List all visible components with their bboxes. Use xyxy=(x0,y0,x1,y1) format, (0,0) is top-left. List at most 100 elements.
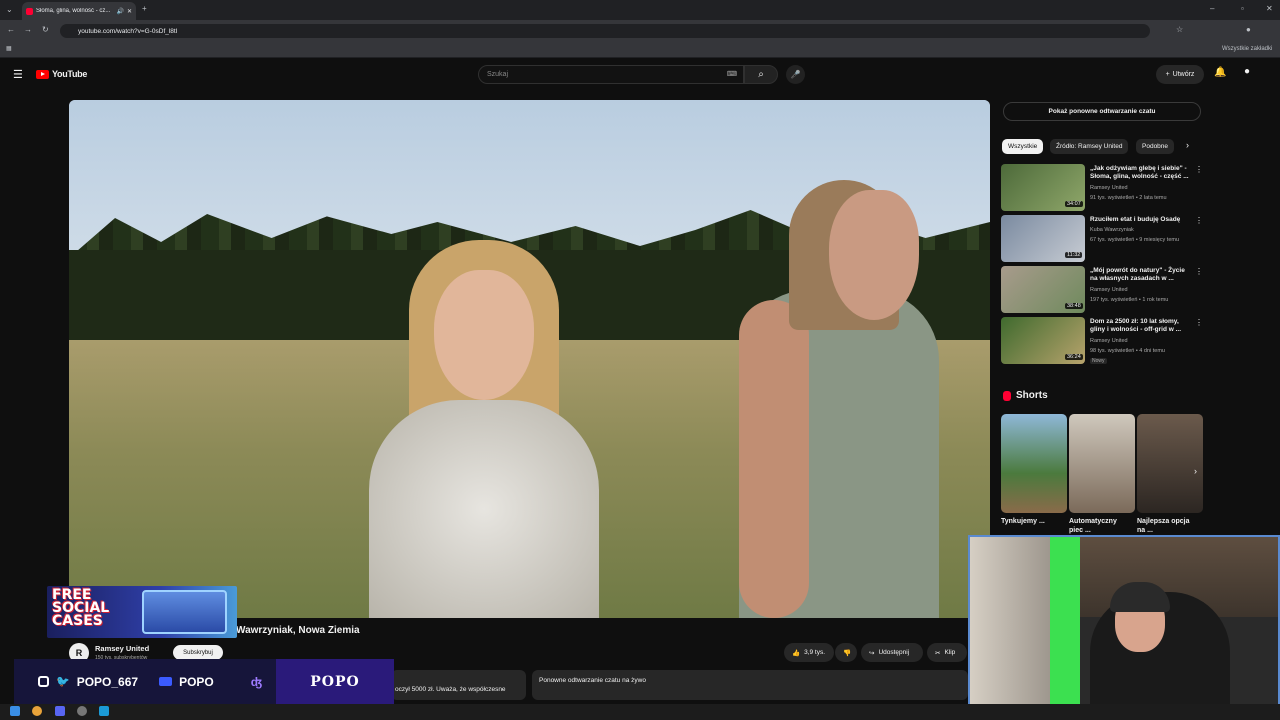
short-title[interactable]: Automatyczny piec ... xyxy=(1069,517,1125,535)
more-options-icon[interactable]: ⋮ xyxy=(1195,165,1203,174)
youtube-logo[interactable]: YouTube xyxy=(36,69,87,79)
recommendation-item[interactable]: 34:07 „Jak odżywiam glebę i siebie" - Sł… xyxy=(1001,164,1203,212)
account-avatar[interactable]: ● xyxy=(1244,66,1250,77)
close-window-icon[interactable]: ✕ xyxy=(1266,4,1273,13)
bookmark-star-icon[interactable]: ☆ xyxy=(1176,25,1183,34)
more-options-icon[interactable]: ⋮ xyxy=(1195,267,1203,276)
share-label: Udostępnij xyxy=(878,649,910,656)
steam-icon[interactable] xyxy=(99,706,109,716)
person-woman-body xyxy=(369,400,599,618)
like-count: 3,9 tys. xyxy=(804,649,826,656)
menu-icon[interactable]: ☰ xyxy=(13,68,23,81)
search-icon: ⌕ xyxy=(758,69,764,80)
chat-replay-panel[interactable]: Ponowne odtwarzanie czatu na żywo xyxy=(532,670,968,700)
recommendation-title: „Mój powrót do natury" - Życie na własny… xyxy=(1090,267,1185,282)
short-thumbnail[interactable] xyxy=(1069,414,1135,513)
search-button[interactable]: ⌕ xyxy=(744,65,778,84)
keyboard-icon[interactable]: ⌨ xyxy=(727,70,737,78)
search-placeholder: Szukaj xyxy=(487,71,509,78)
close-tab-icon[interactable]: ✕ xyxy=(127,8,132,15)
webcam-overlay xyxy=(968,535,1280,710)
voice-search-button[interactable]: 🎤 xyxy=(786,65,805,84)
short-thumbnail[interactable] xyxy=(1001,414,1067,513)
show-chat-replay-button[interactable]: Pokaż ponowne odtwarzanie czatu xyxy=(1003,102,1201,121)
more-options-icon[interactable]: ⋮ xyxy=(1195,318,1203,327)
shorts-heading: Shorts xyxy=(1003,390,1048,401)
recommendation-item[interactable]: 11:32 Rzuciłem etat i buduję Osadę Kuba … xyxy=(1001,215,1203,263)
tab-list-icon[interactable]: ⌄ xyxy=(6,5,13,14)
chips-next-icon[interactable]: › xyxy=(1186,140,1189,150)
shorts-heading-text: Shorts xyxy=(1016,390,1048,401)
shorts-icon xyxy=(1003,390,1011,401)
thumbs-up-icon: 👍 xyxy=(792,649,801,657)
new-badge: Nowy xyxy=(1090,358,1107,364)
clip-button[interactable]: ✂ Klip xyxy=(927,643,967,662)
person-woman-face xyxy=(434,270,534,400)
profile-icon[interactable]: ● xyxy=(1246,25,1251,34)
shorts-next-icon[interactable]: › xyxy=(1194,466,1197,476)
duration-badge: 38:48 xyxy=(1065,303,1083,309)
obs-icon[interactable] xyxy=(77,706,87,716)
recommendation-meta: 91 tys. wyświetleń • 2 lata temu xyxy=(1090,195,1167,201)
video-player[interactable] xyxy=(69,100,990,618)
recommendation-item[interactable]: 36:24 Dom za 2500 zł: 10 lat słomy, glin… xyxy=(1001,317,1203,365)
brand-logo: POPO xyxy=(276,659,394,704)
kick-icon: ʤ xyxy=(250,674,263,689)
chip-source[interactable]: Źródło: Ramsey United xyxy=(1050,139,1129,154)
reload-icon[interactable]: ↻ xyxy=(42,25,49,34)
forward-icon[interactable]: → xyxy=(24,25,32,34)
new-tab-icon[interactable]: + xyxy=(142,4,147,13)
description-box[interactable]: oczył 5000 zł. Uważa, że współczesne xyxy=(391,670,526,700)
youtube-icon xyxy=(159,677,173,686)
recommendation-meta: 67 tys. wyświetleń • 9 miesięcy temu xyxy=(1090,237,1180,243)
social-case-box-icon xyxy=(142,590,227,634)
cam-wall xyxy=(970,537,1050,708)
short-thumbnail[interactable] xyxy=(1137,414,1203,513)
more-options-icon[interactable]: ⋮ xyxy=(1195,216,1203,225)
short-title[interactable]: Tynkujemy ... xyxy=(1001,517,1057,535)
promo-banner: FREE SOCIAL CASES xyxy=(47,586,237,638)
social-handle: POPO_667 xyxy=(76,674,139,689)
social-bar: 🐦 POPO_667 POPO ʤ POPO xyxy=(14,659,394,704)
person-man-face xyxy=(829,190,919,320)
recommendation-item[interactable]: 38:48 „Mój powrót do natury" - Życie na … xyxy=(1001,266,1203,314)
create-button[interactable]: + Utwórz xyxy=(1156,65,1204,84)
promo-text: FREE SOCIAL CASES xyxy=(52,587,110,629)
description-text: oczył 5000 zł. Uważa, że współczesne xyxy=(395,686,506,693)
subscribe-button[interactable]: Subskrybuj xyxy=(173,645,223,660)
like-button[interactable]: 👍 3,9 tys. xyxy=(784,643,834,662)
address-bar[interactable]: youtube.com/watch?v=G-0sDf_l8tI xyxy=(60,24,1150,38)
browser-tab[interactable]: Słoma, glina, wolność - cz... 🔊 ✕ xyxy=(22,2,136,20)
search-input[interactable]: Szukaj ⌨ xyxy=(478,65,744,84)
chrome-icon[interactable] xyxy=(32,706,42,716)
recommendation-channel: Ramsey United xyxy=(1090,287,1128,293)
all-bookmarks[interactable]: Wszystkie zakładki xyxy=(1222,46,1272,52)
minimize-icon[interactable]: – xyxy=(1210,4,1214,13)
dislike-button[interactable]: 👎 xyxy=(835,643,857,662)
plus-icon: + xyxy=(1165,71,1170,78)
tab-title: Słoma, glina, wolność - cz... xyxy=(36,8,111,14)
maximize-icon[interactable]: ▫ xyxy=(1241,4,1244,13)
share-icon: ↪ xyxy=(869,649,875,657)
short-title[interactable]: Najlepsza opcja na ... xyxy=(1137,517,1193,535)
notifications-bell-icon[interactable]: 🔔 xyxy=(1214,67,1226,78)
share-button[interactable]: ↪ Udostępnij xyxy=(861,643,923,662)
audio-icon[interactable]: 🔊 xyxy=(116,8,123,15)
apps-icon[interactable]: ▦ xyxy=(6,45,12,52)
youtube-play-icon xyxy=(36,69,49,79)
channel-name[interactable]: Ramsey United xyxy=(95,644,149,653)
chip-related[interactable]: Podobne xyxy=(1136,139,1175,154)
duration-badge: 34:07 xyxy=(1065,201,1083,207)
start-icon[interactable] xyxy=(10,706,20,716)
chip-all[interactable]: Wszystkie xyxy=(1002,139,1044,154)
discord-icon[interactable] xyxy=(55,706,65,716)
thumbs-down-icon: 👎 xyxy=(843,649,852,657)
back-icon[interactable]: ← xyxy=(7,25,15,34)
youtube-favicon-icon xyxy=(26,7,33,15)
url-text: youtube.com/watch?v=G-0sDf_l8tI xyxy=(78,27,178,35)
recommendation-channel: Ramsey United xyxy=(1090,338,1128,344)
recommendation-title: „Jak odżywiam glebę i siebie" - Słoma, g… xyxy=(1090,165,1189,180)
mic-icon: 🎤 xyxy=(790,70,801,79)
recommendation-title: Dom za 2500 zł: 10 lat słomy, gliny i wo… xyxy=(1090,318,1181,333)
youtube-logo-text: YouTube xyxy=(52,69,88,79)
